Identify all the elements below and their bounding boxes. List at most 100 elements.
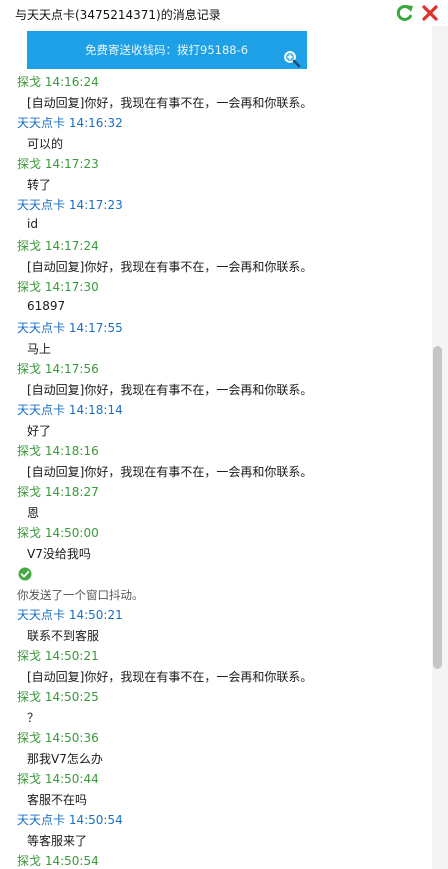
message-text: 马上	[27, 342, 52, 356]
scrollbar-thumb[interactable]	[433, 346, 442, 669]
message-header: 探戈 14:18:27	[17, 483, 99, 500]
message-log: 免费寄送收钱码：拨打95188-6 探戈 14:16:24 [自动回复]你好，我现…	[0, 26, 432, 869]
message-item: 天天点卡 14:17:55 马上	[0, 319, 432, 360]
message-time: 14:50:21	[68, 608, 123, 622]
vertical-scrollbar[interactable]	[432, 26, 448, 869]
message-header: 天天点卡 14:50:21	[17, 606, 123, 623]
message-sender: 天天点卡	[17, 813, 66, 827]
ad-banner[interactable]: 免费寄送收钱码：拨打95188-6	[27, 31, 307, 69]
message-text: 转了	[27, 178, 52, 192]
message-text: 可以的	[27, 137, 64, 151]
message-item: 探戈 14:50:25 ？	[0, 688, 432, 729]
refresh-icon[interactable]	[395, 3, 415, 23]
message-time: 14:50:21	[44, 649, 99, 663]
message-history-window: 与天天点卡(3475214371)的消息记录 免费寄送收钱码：拨打95188-6	[0, 0, 448, 869]
message-sender: 探戈	[17, 239, 42, 253]
message-item: 探戈 14:50:00 V7没给我吗	[0, 524, 432, 565]
message-sender: 探戈	[17, 444, 42, 458]
message-sender: 探戈	[17, 690, 42, 704]
message-text: 61897	[27, 299, 66, 313]
message-time: 14:18:14	[68, 403, 123, 417]
message-header: 探戈 14:17:24	[17, 237, 99, 254]
message-item: 探戈 14:17:56 [自动回复]你好，我现在有事不在，一会再和你联系。	[0, 360, 432, 401]
message-text: 客服不在吗	[27, 793, 88, 807]
message-time: 14:17:56	[44, 362, 99, 376]
message-time: 14:17:55	[68, 321, 123, 335]
message-item: 探戈 14:50:54	[0, 852, 432, 869]
message-time: 14:18:27	[44, 485, 99, 499]
message-item: 天天点卡 14:16:32 可以的	[0, 114, 432, 155]
message-text: [自动回复]你好，我现在有事不在，一会再和你联系。	[27, 260, 313, 274]
message-item: 探戈 14:50:36 那我V7怎么办	[0, 729, 432, 770]
message-time: 14:50:36	[44, 731, 99, 745]
message-sender: 天天点卡	[17, 608, 66, 622]
message-sender: 天天点卡	[17, 403, 66, 417]
message-sender: 探戈	[17, 854, 42, 868]
message-item: 天天点卡 14:18:14 好了	[0, 401, 432, 442]
message-header: 探戈 14:50:44	[17, 770, 99, 787]
message-text: [自动回复]你好，我现在有事不在，一会再和你联系。	[27, 670, 313, 684]
message-sender: 探戈	[17, 731, 42, 745]
message-time: 14:17:23	[44, 157, 99, 171]
message-item: 探戈 14:17:30 61897	[0, 278, 432, 319]
message-header: 探戈 14:16:24	[17, 73, 99, 90]
message-item: 天天点卡 14:50:54 等客服来了	[0, 811, 432, 852]
message-item: 探戈 14:50:44 客服不在吗	[0, 770, 432, 811]
message-text: [自动回复]你好，我现在有事不在，一会再和你联系。	[27, 383, 313, 397]
message-sender: 探戈	[17, 772, 42, 786]
message-list: 探戈 14:16:24 [自动回复]你好，我现在有事不在，一会再和你联系。 天天点卡…	[0, 73, 432, 869]
message-text: id	[27, 217, 38, 231]
message-item: 探戈 14:17:23 转了	[0, 155, 432, 196]
message-item: 探戈 14:17:24 [自动回复]你好，我现在有事不在，一会再和你联系。	[0, 237, 432, 278]
message-sender: 探戈	[17, 526, 42, 540]
message-text: V7没给我吗	[27, 547, 91, 561]
message-text: [自动回复]你好，我现在有事不在，一会再和你联系。	[27, 465, 313, 479]
check-circle-icon	[18, 567, 32, 581]
message-text: [自动回复]你好，我现在有事不在，一会再和你联系。	[27, 96, 313, 110]
message-item: 探戈 14:50:21 [自动回复]你好，我现在有事不在，一会再和你联系。	[0, 647, 432, 688]
message-text: 恩	[27, 506, 40, 520]
message-item: 探戈 14:16:24 [自动回复]你好，我现在有事不在，一会再和你联系。	[0, 73, 432, 114]
message-text: 好了	[27, 424, 52, 438]
message-text: ？	[27, 711, 40, 725]
message-sender: 探戈	[17, 485, 42, 499]
title-bar: 与天天点卡(3475214371)的消息记录	[0, 0, 448, 26]
message-item: 探戈 14:18:27 恩	[0, 483, 432, 524]
message-sender: 探戈	[17, 157, 42, 171]
message-header: 探戈 14:50:00	[17, 524, 99, 541]
message-time: 14:50:54	[68, 813, 123, 827]
message-header: 探戈 14:17:23	[17, 155, 99, 172]
message-time: 14:18:16	[44, 444, 99, 458]
message-time: 14:16:24	[44, 75, 99, 89]
banner-text: 免费寄送收钱码：拨打95188-6	[85, 43, 249, 57]
message-time: 14:50:54	[44, 854, 99, 868]
message-time: 14:17:30	[44, 280, 99, 294]
message-text: 等客服来了	[27, 834, 88, 848]
message-sender: 天天点卡	[17, 198, 66, 212]
message-header: 探戈 14:50:21	[17, 647, 99, 664]
message-header: 探戈 14:50:36	[17, 729, 99, 746]
message-sender: 探戈	[17, 362, 42, 376]
window-title: 与天天点卡(3475214371)的消息记录	[15, 8, 221, 22]
message-time: 14:50:00	[44, 526, 99, 540]
message-item: 天天点卡 14:17:23 id	[0, 196, 432, 237]
message-header: 天天点卡 14:16:32	[17, 114, 123, 131]
message-sender: 探戈	[17, 649, 42, 663]
message-text: 联系不到客服	[27, 629, 100, 643]
window-shake-notice: 你发送了一个窗口抖动。	[0, 565, 432, 606]
message-time: 14:16:32	[68, 116, 123, 130]
zoom-in-icon[interactable]	[283, 50, 301, 68]
message-header: 探戈 14:17:30	[17, 278, 99, 295]
close-icon[interactable]	[420, 3, 440, 23]
message-header: 探戈 14:17:56	[17, 360, 99, 377]
message-header: 探戈 14:50:54	[17, 852, 99, 869]
message-header: 天天点卡 14:17:55	[17, 319, 123, 336]
message-time: 14:17:23	[68, 198, 123, 212]
message-header: 天天点卡 14:18:14	[17, 401, 123, 418]
message-time: 14:17:24	[44, 239, 99, 253]
message-header: 探戈 14:50:25	[17, 688, 99, 705]
message-header: 天天点卡 14:50:54	[17, 811, 123, 828]
message-time: 14:50:44	[44, 772, 99, 786]
message-sender: 天天点卡	[17, 321, 66, 335]
message-text: 那我V7怎么办	[27, 752, 103, 766]
